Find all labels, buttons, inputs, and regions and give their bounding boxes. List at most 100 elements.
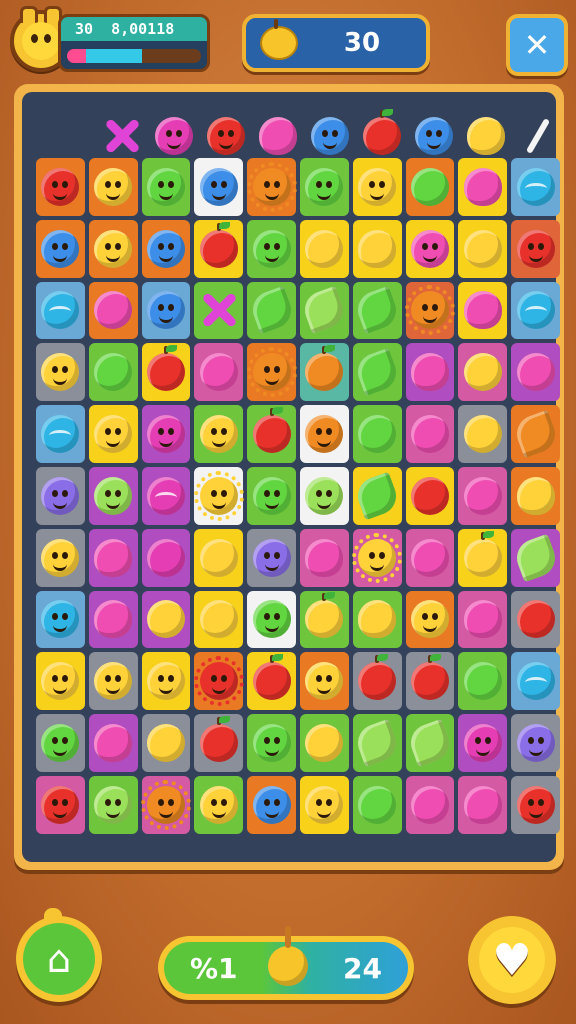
grid-cell[interactable]	[36, 714, 85, 772]
grid-cell[interactable]	[247, 590, 296, 649]
grid-cell[interactable]	[194, 775, 244, 834]
grid-cell[interactable]	[88, 528, 138, 587]
grid-cell[interactable]	[352, 281, 402, 340]
grid-cell[interactable]	[405, 343, 455, 402]
grid-cell[interactable]	[511, 405, 560, 463]
grid-cell[interactable]	[299, 528, 349, 587]
grid-cell[interactable]	[193, 652, 244, 711]
grid-cell[interactable]	[352, 466, 402, 525]
grid-cell[interactable]	[405, 775, 455, 834]
grid-cell[interactable]	[141, 281, 191, 340]
grid-cell[interactable]	[36, 343, 85, 402]
grid-cell[interactable]	[405, 158, 455, 216]
grid-cell[interactable]	[299, 219, 349, 278]
grid-cell[interactable]	[458, 652, 508, 711]
grid-cell[interactable]	[194, 528, 244, 587]
grid-cell[interactable]	[299, 466, 349, 525]
grid-cell[interactable]	[246, 343, 297, 402]
grid-cell[interactable]	[88, 652, 138, 711]
grid-cell[interactable]	[352, 652, 402, 711]
grid-cell[interactable]	[405, 590, 455, 649]
grid-cell[interactable]	[458, 219, 508, 278]
grid-cell[interactable]	[405, 466, 455, 525]
grid-cell[interactable]	[405, 405, 455, 463]
lives-heart-button[interactable]: ♥	[468, 916, 556, 1004]
grid-cell[interactable]	[88, 590, 138, 649]
grid-cell[interactable]	[194, 219, 244, 278]
grid-cell[interactable]	[141, 343, 191, 402]
grid-cell[interactable]	[299, 590, 349, 649]
grid-cell[interactable]	[247, 405, 296, 463]
grid-cell[interactable]	[352, 775, 402, 834]
grid-cell[interactable]	[88, 219, 138, 278]
grid-cell[interactable]	[194, 343, 244, 402]
grid-cell[interactable]	[141, 528, 191, 587]
grid-cell[interactable]	[511, 158, 560, 216]
grid-cell[interactable]	[88, 405, 138, 463]
grid-cell[interactable]	[458, 590, 508, 649]
grid-cell[interactable]	[36, 281, 85, 340]
grid-cell[interactable]	[511, 219, 560, 278]
grid-cell[interactable]	[458, 466, 508, 525]
grid-cell[interactable]	[405, 652, 455, 711]
grid-cell[interactable]	[141, 405, 191, 463]
home-button[interactable]: ⌂	[16, 908, 102, 1002]
grid-cell[interactable]	[88, 281, 138, 340]
grid-cell[interactable]	[352, 219, 402, 278]
close-button[interactable]: ✕	[506, 14, 568, 76]
grid-cell[interactable]	[405, 528, 455, 587]
grid-cell[interactable]	[141, 158, 191, 216]
grid-cell[interactable]	[511, 466, 560, 525]
grid-cell[interactable]	[88, 714, 138, 772]
grid-cell[interactable]	[299, 405, 349, 463]
grid-cell[interactable]	[352, 714, 402, 772]
grid-cell[interactable]	[511, 714, 560, 772]
grid-cell[interactable]	[352, 590, 402, 649]
grid-cell[interactable]	[194, 281, 244, 340]
grid-cell[interactable]	[141, 652, 191, 711]
grid-cell[interactable]	[194, 405, 244, 463]
grid-cell[interactable]	[299, 343, 349, 402]
grid-cell[interactable]	[299, 714, 349, 772]
grid-cell[interactable]	[36, 405, 85, 463]
grid-cell[interactable]	[247, 281, 296, 340]
grid-cell[interactable]	[140, 775, 191, 834]
grid-cell[interactable]	[458, 158, 508, 216]
grid-cell[interactable]	[36, 775, 85, 834]
grid-cell[interactable]	[247, 714, 296, 772]
grid-cell[interactable]	[194, 590, 244, 649]
grid-cell[interactable]	[511, 281, 560, 340]
grid-cell[interactable]	[405, 714, 455, 772]
grid-cell[interactable]	[511, 775, 560, 834]
grid-cell[interactable]	[247, 775, 296, 834]
grid-cell[interactable]	[458, 343, 508, 402]
grid-cell[interactable]	[141, 219, 191, 278]
grid-cell[interactable]	[88, 158, 138, 216]
grid-cell[interactable]	[511, 652, 560, 711]
grid-cell[interactable]	[36, 466, 85, 525]
grid-cell[interactable]	[141, 714, 191, 772]
grid-cell[interactable]	[141, 590, 191, 649]
grid-cell[interactable]	[458, 281, 508, 340]
grid-cell[interactable]	[36, 158, 85, 216]
grid-cell[interactable]	[36, 219, 85, 278]
grid-cell[interactable]	[141, 466, 191, 525]
grid-cell[interactable]	[247, 652, 296, 711]
grid-cell[interactable]	[247, 528, 296, 587]
grid-cell[interactable]	[511, 528, 560, 587]
grid-cell[interactable]	[299, 775, 349, 834]
grid-cell[interactable]	[36, 590, 85, 649]
grid-cell[interactable]	[88, 775, 138, 834]
grid-cell[interactable]	[36, 528, 85, 587]
grid-cell[interactable]	[405, 219, 455, 278]
grid-cell[interactable]	[458, 775, 508, 834]
grid-cell[interactable]	[247, 466, 296, 525]
grid-cell[interactable]	[458, 405, 508, 463]
grid-cell[interactable]	[194, 158, 244, 216]
grid-cell[interactable]	[352, 405, 402, 463]
grid-cell[interactable]	[352, 343, 402, 402]
grid-cell[interactable]	[194, 714, 244, 772]
grid-cell[interactable]	[36, 652, 85, 711]
grid-cell[interactable]	[299, 652, 349, 711]
grid-cell[interactable]	[511, 343, 560, 402]
